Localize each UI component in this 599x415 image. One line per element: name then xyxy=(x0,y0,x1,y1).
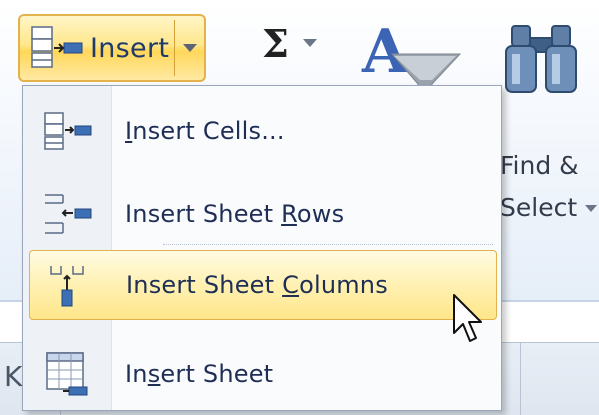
insert-dropdown-arrow[interactable] xyxy=(175,16,204,80)
menu-item-label: Insert Cells... xyxy=(125,117,285,145)
insert-columns-icon xyxy=(50,266,84,307)
menu-item-insert-sheet-columns[interactable]: Insert Sheet Columns xyxy=(29,250,497,320)
excel-window: K Insert Σ A Find & Select Insert Cells.… xyxy=(0,0,599,415)
chevron-down-icon xyxy=(302,39,317,47)
sort-filter-icon[interactable]: A xyxy=(352,14,462,94)
insert-split-button[interactable]: Insert xyxy=(18,14,206,82)
insert-button-label: Insert xyxy=(90,32,170,64)
column-divider xyxy=(520,342,521,415)
svg-text:A: A xyxy=(361,17,410,87)
autosum-button[interactable]: Σ xyxy=(262,18,347,68)
insert-rows-icon xyxy=(45,194,92,234)
insert-cells-icon xyxy=(44,112,92,150)
menu-item-label: Insert Sheet xyxy=(125,360,274,388)
insert-button[interactable]: Insert xyxy=(20,16,174,80)
find-select-label-line2: Select xyxy=(500,193,578,222)
insert-sheet-icon xyxy=(46,352,88,396)
menu-item-label: Insert Sheet Rows xyxy=(125,200,345,228)
menu-item-insert-sheet[interactable]: Insert Sheet xyxy=(23,339,501,409)
column-header-k[interactable]: K xyxy=(4,360,22,393)
binoculars-icon[interactable] xyxy=(490,18,595,98)
insert-dropdown-menu: Insert Cells... Insert Sheet Rows Insert… xyxy=(22,85,502,411)
find-select-button[interactable]: Find & Select xyxy=(500,145,599,229)
find-select-label-line1: Find & xyxy=(500,151,579,180)
insert-cells-icon xyxy=(31,26,83,68)
chevron-down-icon xyxy=(182,44,197,52)
mouse-pointer-icon xyxy=(453,294,482,342)
chevron-down-icon xyxy=(585,204,598,212)
menu-item-insert-cells[interactable]: Insert Cells... xyxy=(23,96,501,166)
sigma-icon: Σ xyxy=(262,20,289,66)
menu-item-label: Insert Sheet Columns xyxy=(126,271,388,299)
menu-item-insert-sheet-rows[interactable]: Insert Sheet Rows xyxy=(23,179,501,249)
